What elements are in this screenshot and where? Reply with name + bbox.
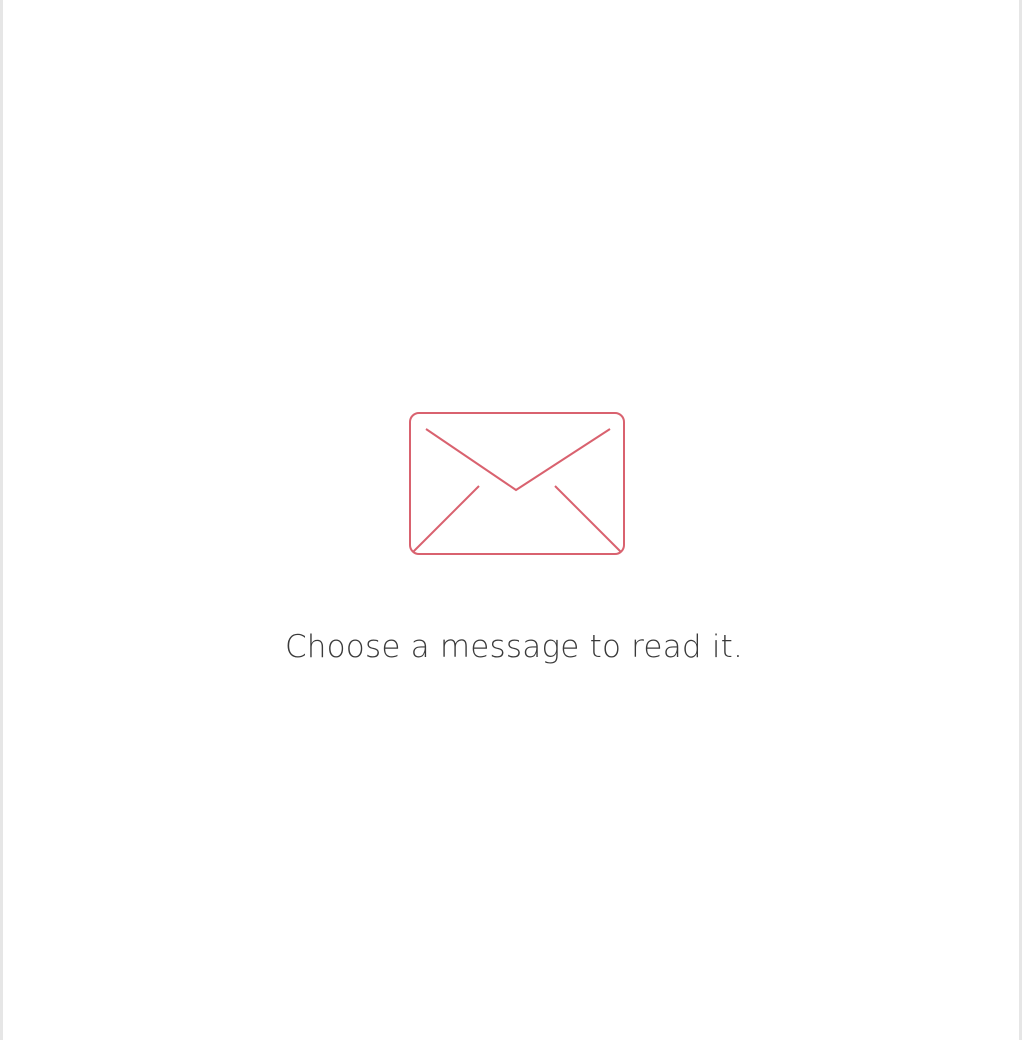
reading-pane: Choose a message to read it.	[0, 0, 1022, 1040]
empty-state-message: Choose a message to read it.	[284, 629, 744, 665]
envelope-icon	[409, 412, 625, 556]
empty-state: Choose a message to read it.	[3, 0, 1019, 1040]
